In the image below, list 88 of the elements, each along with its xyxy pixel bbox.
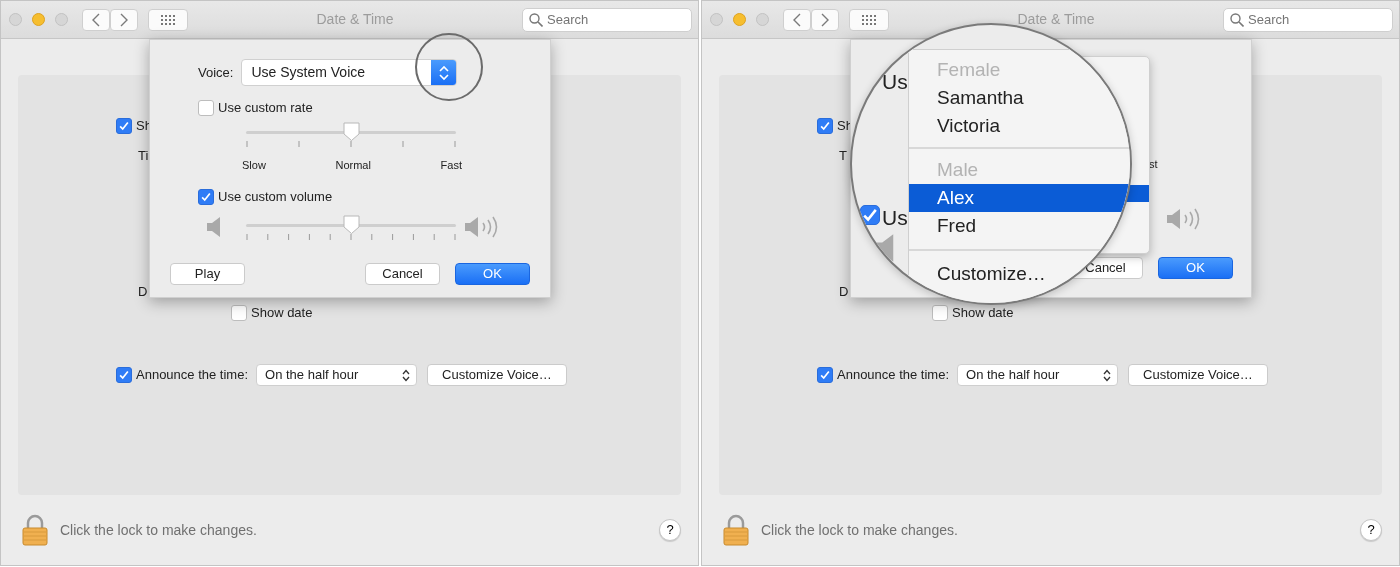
- tick-label: st: [1149, 157, 1158, 172]
- checkmark-icon: [819, 120, 831, 132]
- checkbox-label: Announce the time:: [136, 366, 249, 385]
- speaker-quiet-icon: [206, 215, 222, 238]
- lock-icon[interactable]: [22, 514, 48, 546]
- chevron-right-icon: [821, 12, 829, 27]
- grid-icon: [862, 14, 876, 25]
- popup-value: On the half hour: [265, 366, 359, 385]
- back-button[interactable]: [82, 8, 110, 31]
- window-title: Date & Time: [315, 10, 395, 29]
- menu-item[interactable]: Samantha: [909, 84, 1028, 112]
- field-label: T: [839, 147, 847, 166]
- checkbox[interactable]: [116, 367, 132, 383]
- checkbox-label: Show date: [952, 304, 1014, 323]
- help-button[interactable]: ?: [1360, 519, 1382, 541]
- checkmark-icon: [200, 190, 212, 203]
- up-down-arrows-icon: [1103, 368, 1112, 382]
- popup-button[interactable]: On the half hour: [256, 364, 418, 386]
- lock-hint: Click the lock to make changes.: [60, 520, 258, 540]
- checkbox-label: Show date: [251, 304, 313, 323]
- slider[interactable]: [246, 125, 456, 139]
- button[interactable]: Play: [170, 262, 245, 285]
- menu-section-header: Male: [936, 157, 980, 182]
- search-field[interactable]: Search: [522, 7, 692, 32]
- menu-item[interactable]: Customize…: [909, 260, 1050, 288]
- button[interactable]: Cancel: [365, 262, 440, 285]
- field-label: D: [138, 283, 148, 302]
- menu-item[interactable]: Alex: [909, 184, 1130, 212]
- up-down-arrows-icon: [438, 64, 449, 81]
- menu-section-header: Female: [936, 57, 1002, 82]
- popup-button[interactable]: On the half hour: [957, 364, 1119, 386]
- popup-value: Use System Voice: [251, 63, 366, 82]
- checkbox[interactable]: [231, 305, 247, 321]
- checkbox[interactable]: [817, 367, 833, 383]
- menu-item[interactable]: Fred: [909, 212, 981, 240]
- close-button[interactable]: [9, 13, 22, 26]
- popup-value: On the half hour: [966, 366, 1060, 385]
- chevron-left-icon: [92, 12, 100, 27]
- tick-label: Fast: [440, 158, 462, 173]
- slider-thumb[interactable]: [342, 214, 360, 234]
- minimize-button[interactable]: [733, 13, 746, 26]
- forward-button[interactable]: [811, 8, 839, 31]
- close-button[interactable]: [710, 13, 723, 26]
- zoom-button[interactable]: [756, 13, 769, 26]
- checkbox[interactable]: [817, 118, 833, 134]
- checkbox[interactable]: [198, 100, 214, 116]
- button[interactable]: OK: [1158, 257, 1233, 279]
- checkmark-icon: [819, 369, 831, 381]
- checkbox[interactable]: [860, 205, 880, 225]
- voice-popup[interactable]: Use System Voice: [241, 59, 458, 86]
- checkbox[interactable]: [932, 305, 948, 321]
- show-all-button[interactable]: [148, 8, 188, 31]
- button[interactable]: OK: [455, 262, 530, 285]
- checkbox[interactable]: [198, 188, 214, 205]
- chevron-left-icon: [793, 12, 801, 27]
- button[interactable]: Customize Voice…: [1128, 364, 1268, 386]
- checkbox[interactable]: [116, 118, 132, 134]
- up-down-arrows-icon: [402, 368, 411, 382]
- button[interactable]: Customize Voice…: [427, 364, 567, 386]
- checkbox-label: Use custom rate: [218, 99, 313, 118]
- lock-hint: Click the lock to make changes.: [761, 520, 959, 540]
- checkbox-label: Use custom volume: [218, 187, 333, 206]
- checkbox-label: Us: [882, 69, 908, 95]
- slider[interactable]: [246, 217, 456, 232]
- speaker-loud-icon: [1166, 206, 1202, 232]
- show-all-button[interactable]: [849, 8, 889, 31]
- help-button[interactable]: ?: [659, 519, 681, 541]
- field-label: D: [839, 283, 849, 302]
- forward-button[interactable]: [110, 8, 138, 31]
- checkbox-label: Us: [882, 205, 908, 231]
- checkmark-icon: [861, 206, 879, 224]
- checkmark-icon: [118, 120, 130, 132]
- back-button[interactable]: [783, 8, 811, 31]
- search-field[interactable]: Search: [1223, 7, 1393, 32]
- slider-thumb[interactable]: [342, 122, 360, 141]
- checkbox-label: Announce the time:: [837, 366, 950, 385]
- menu-item[interactable]: Victoria: [909, 112, 1004, 140]
- lock-icon[interactable]: [723, 514, 749, 546]
- field-label: Voice:: [198, 63, 234, 82]
- checkmark-icon: [118, 369, 130, 381]
- zoom-button[interactable]: [55, 13, 68, 26]
- grid-icon: [161, 14, 175, 25]
- field-label: Ti: [138, 147, 149, 166]
- tick-label: Slow: [242, 158, 266, 173]
- window-title: Date & Time: [1016, 10, 1096, 29]
- tick-label: Normal: [335, 158, 371, 173]
- minimize-button[interactable]: [32, 13, 45, 26]
- chevron-right-icon: [120, 12, 128, 27]
